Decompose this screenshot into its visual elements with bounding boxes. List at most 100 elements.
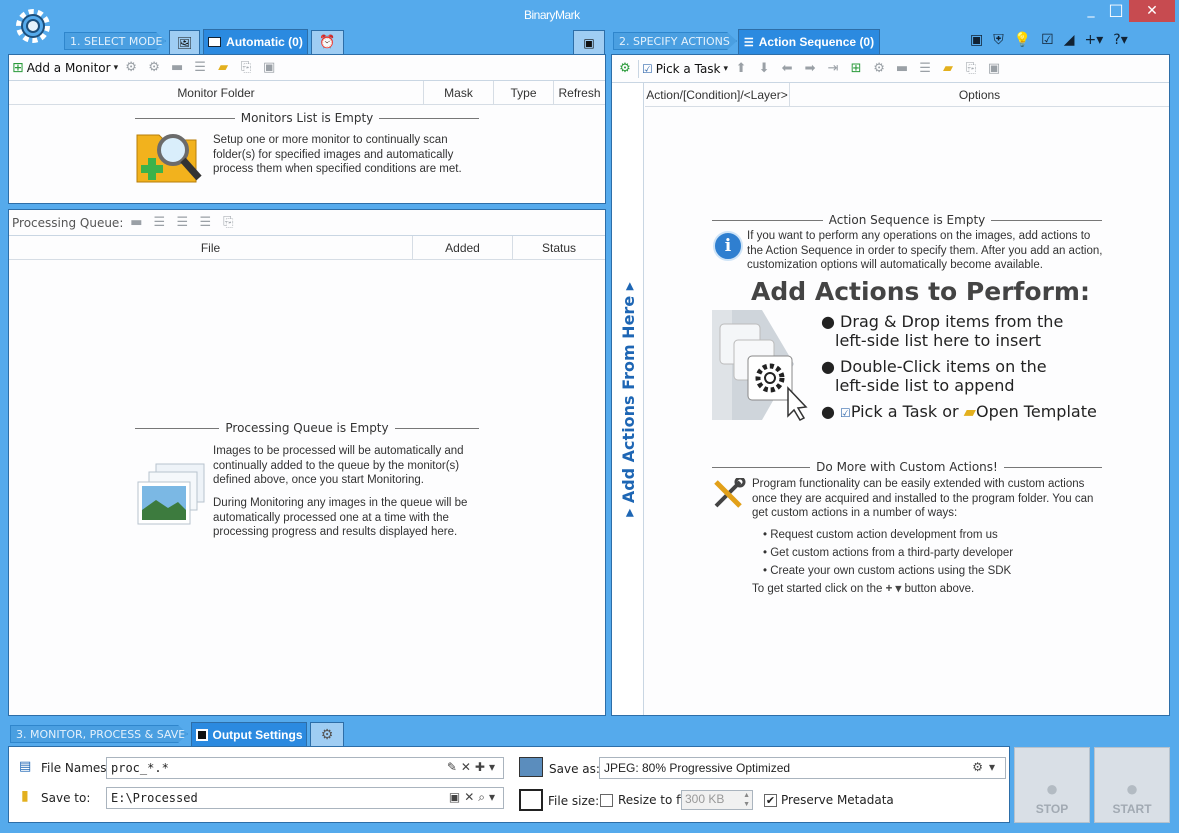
move-right-icon[interactable]: ➡: [800, 59, 820, 79]
edit-monitor-icon[interactable]: ⚙: [121, 58, 141, 78]
open-template-small-icon: ▰: [963, 402, 976, 421]
app-logo: BinaryMark: [524, 8, 580, 22]
custom-actions-desc: Program functionality can be easily exte…: [752, 478, 1094, 519]
settings-gear-icon[interactable]: [12, 5, 54, 47]
tab-output-settings[interactable]: Output Settings: [191, 722, 307, 747]
file-names-label: File Names:: [41, 761, 111, 775]
tab-scheduled[interactable]: ⏰: [311, 30, 344, 54]
tab-action-sequence-label: Action Sequence (0): [758, 35, 875, 49]
pick-task-small-icon: ☑: [840, 406, 851, 420]
start-label: START: [1112, 802, 1152, 816]
add-monitor-icon[interactable]: ⊞: [12, 60, 24, 76]
remove-action-icon[interactable]: ▬: [892, 59, 912, 79]
col-file[interactable]: File: [9, 236, 413, 259]
preserve-metadata-checkbox[interactable]: ✔: [764, 794, 777, 807]
tab-manual-mode[interactable]: 🖼: [169, 30, 200, 54]
signal-icon[interactable]: ◢: [1064, 32, 1075, 48]
monitor-folder-icon: [208, 37, 222, 47]
monitors-table-header: Monitor Folder Mask Type Refresh: [9, 81, 605, 105]
checklist-icon[interactable]: ☑: [1041, 32, 1054, 48]
start-person-icon: ●: [1125, 776, 1139, 801]
file-names-tools[interactable]: ✎✕✚▾: [447, 760, 499, 774]
save-icon[interactable]: ▣: [259, 58, 279, 78]
save-as-tools[interactable]: ⚙▾: [972, 760, 1001, 774]
col-mask[interactable]: Mask: [424, 81, 494, 104]
actions-toolbar: ⚙ ☑ Pick a Task ▾ ⬆ ⬇ ⬅ ➡ ⇥ ⊞ ⚙ ▬ ☰ ▰ ⎘ …: [612, 55, 1169, 83]
custom-item-request: • Request custom action development from…: [763, 529, 998, 541]
gears-cursor-icon: [712, 308, 822, 426]
list-icon[interactable]: ☰: [190, 58, 210, 78]
move-last-icon[interactable]: ⇥: [823, 59, 843, 79]
lightbulb-icon[interactable]: 💡: [1014, 32, 1031, 48]
queue-export-icon[interactable]: ⎘: [218, 213, 238, 233]
move-up-icon[interactable]: ⬆: [731, 59, 751, 79]
col-action[interactable]: Action/[Condition]/<Layer>: [645, 83, 790, 106]
tab-automatic[interactable]: Automatic (0): [203, 29, 308, 54]
open-template-icon[interactable]: ▰: [938, 59, 958, 79]
queue-list2-icon[interactable]: ☰: [172, 213, 192, 233]
col-added[interactable]: Added: [413, 236, 513, 259]
add-menu-icon[interactable]: +▾: [1085, 32, 1104, 48]
file-names-input[interactable]: proc_*.* ✎✕✚▾: [106, 757, 504, 779]
pick-task-icon[interactable]: ☑: [642, 62, 653, 76]
add-action-icon[interactable]: ⚙: [615, 59, 635, 79]
copy-monitor-icon[interactable]: ⚙: [144, 58, 164, 78]
action-settings-icon[interactable]: ⚙: [869, 59, 889, 79]
add-actions-side-bar[interactable]: ▸ Add Actions From Here ▸: [612, 83, 644, 715]
move-down-icon[interactable]: ⬇: [754, 59, 774, 79]
picture-icon: ▣: [583, 35, 595, 50]
save-template-icon[interactable]: ▣: [984, 59, 1004, 79]
resize-checkbox[interactable]: [600, 794, 613, 807]
open-folder-icon[interactable]: ▰: [213, 58, 233, 78]
save-to-tools[interactable]: ▣✕⌕▾: [449, 790, 499, 805]
remove-monitor-icon[interactable]: ▬: [167, 58, 187, 78]
custom-actions-list: • Request custom action development from…: [763, 526, 1013, 580]
minimize-button[interactable]: _: [1077, 2, 1105, 22]
step-select-mode: 1. SELECT MODE: [64, 32, 166, 50]
custom-item-third-party: • Get custom actions from a third-party …: [763, 547, 1014, 559]
action-list-icon-2[interactable]: ☰: [915, 59, 935, 79]
insert-action-icon[interactable]: ⊞: [846, 59, 866, 79]
shield-icon[interactable]: ⛨: [993, 32, 1004, 48]
start-button[interactable]: ● START: [1094, 747, 1170, 823]
maximize-button[interactable]: □: [1102, 0, 1130, 20]
stop-person-icon: ●: [1045, 776, 1059, 801]
file-size-label: File size:: [548, 794, 600, 808]
tab-automatic-label: Automatic (0): [226, 35, 303, 49]
monitors-empty-title: Monitors List is Empty: [135, 111, 480, 125]
remove-queue-item-icon[interactable]: ▬: [126, 213, 146, 233]
col-monitor-folder[interactable]: Monitor Folder: [9, 81, 424, 104]
save-to-input[interactable]: E:\Processed ▣✕⌕▾: [106, 787, 504, 809]
save-template-as-icon[interactable]: ⎘: [961, 59, 981, 79]
save-as-select[interactable]: JPEG: 80% Progressive Optimized ⚙▾: [599, 757, 1006, 779]
pick-task-dropdown-icon[interactable]: ▾: [724, 64, 729, 74]
queue-toolbar: Processing Queue: ▬ ☰ ☰ ☰ ⎘: [9, 210, 605, 236]
add-monitor-button[interactable]: Add a Monitor: [27, 61, 111, 75]
close-button[interactable]: ✕: [1129, 0, 1175, 22]
col-refresh[interactable]: Refresh: [554, 81, 605, 104]
console-icon[interactable]: ▣: [970, 32, 983, 48]
action-sequence-empty-title: Action Sequence is Empty: [712, 213, 1102, 227]
tab-output-options[interactable]: ⚙: [310, 722, 344, 746]
help-menu-icon[interactable]: ?▾: [1113, 32, 1127, 48]
resize-spinner-icon[interactable]: ▲ ▼: [743, 791, 750, 809]
step-monitor-process-save: 3. MONITOR, PROCESS & SAVE: [10, 725, 188, 743]
gear-icon: ⚙: [320, 726, 334, 743]
queue-list-icon[interactable]: ☰: [149, 213, 169, 233]
resize-size-input[interactable]: 300 KB ▲ ▼: [681, 790, 753, 810]
col-type[interactable]: Type: [494, 81, 554, 104]
move-left-icon[interactable]: ⬅: [777, 59, 797, 79]
stop-button[interactable]: ● STOP: [1014, 747, 1090, 823]
queue-list3-icon[interactable]: ☰: [195, 213, 215, 233]
add-monitor-dropdown-icon[interactable]: ▾: [114, 63, 119, 73]
preserve-metadata-label: Preserve Metadata: [781, 793, 894, 807]
col-options[interactable]: Options: [790, 83, 1169, 106]
custom-item-sdk: • Create your own custom actions using t…: [763, 565, 1012, 577]
col-status[interactable]: Status: [513, 236, 605, 259]
save-as-icon[interactable]: ⎘: [236, 58, 256, 78]
tools-icon: [712, 476, 746, 510]
step-specify-actions: 2. SPECIFY ACTIONS: [613, 32, 737, 50]
preview-toggle-button[interactable]: ▣: [573, 30, 605, 54]
pick-task-button[interactable]: Pick a Task: [656, 62, 721, 76]
tab-action-sequence[interactable]: ☰ Action Sequence (0): [738, 29, 880, 54]
